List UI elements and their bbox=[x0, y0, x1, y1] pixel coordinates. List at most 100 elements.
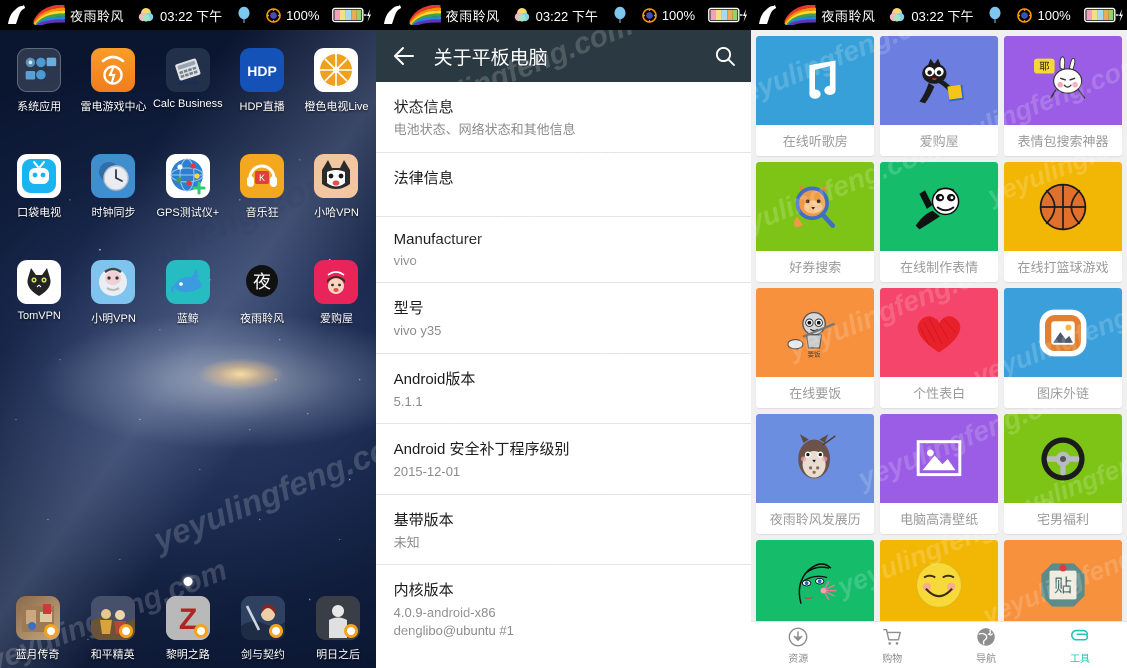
svg-text:贴: 贴 bbox=[1054, 576, 1072, 597]
settings-row-manufacturer[interactable]: Manufacturer vivo bbox=[375, 217, 752, 284]
card-zhainan-fuli[interactable]: 宅男福利 bbox=[1004, 414, 1122, 534]
app-grid: 系统应用 雷电游戏中心 Calc Business HDP HDP直播 橙色电视… bbox=[0, 30, 376, 608]
colorful-clock-icon bbox=[138, 8, 154, 22]
pegasus-logo-icon bbox=[8, 5, 25, 24]
card-sticker-search[interactable]: 耶 表情包搜索神器 bbox=[1004, 36, 1122, 156]
card-smiley[interactable] bbox=[880, 540, 999, 621]
app-label: 明日之后 bbox=[316, 649, 361, 661]
app-label: 夜雨聆风 bbox=[240, 313, 285, 325]
settings-row-android-version[interactable]: Android版本 5.1.1 bbox=[375, 354, 752, 425]
magnifier-cat-icon bbox=[756, 162, 875, 251]
black-cat-icon bbox=[880, 36, 999, 125]
svg-text:HDP: HDP bbox=[247, 63, 277, 79]
begging-meme-icon: 要饭 bbox=[756, 288, 875, 377]
card-tie-badge[interactable]: 贴 bbox=[1004, 540, 1122, 621]
blue-whale-icon bbox=[165, 260, 210, 304]
battery-charging-icon bbox=[1083, 7, 1123, 22]
card-personality-confession[interactable]: 个性表白 bbox=[880, 288, 999, 408]
settings-toolbar: 关于平板电脑 bbox=[375, 30, 752, 82]
settings-list: 状态信息 电池状态、网络状态和其他信息 法律信息 Manufacturer vi… bbox=[375, 82, 752, 668]
nav-tab-navigation[interactable]: 导航 bbox=[939, 622, 1033, 668]
app-music-crazy[interactable]: K 音乐狂 bbox=[225, 154, 299, 220]
rainbow-stripes-icon bbox=[33, 5, 65, 25]
card-face-drawing[interactable] bbox=[756, 540, 875, 621]
app-xiaoming-vpn[interactable]: 小明VPN bbox=[76, 260, 150, 326]
settings-row-kernel[interactable]: 内核版本 4.0.9-android-x86 denglibo@ubuntu #… bbox=[376, 565, 752, 652]
settings-row-legal[interactable]: 法律信息 bbox=[375, 153, 752, 217]
app-gps-tester[interactable]: GPS测试仪+ bbox=[151, 154, 225, 220]
card-label: 好券搜索 bbox=[789, 260, 842, 275]
app-label: TomVPN bbox=[17, 310, 61, 322]
card-online-begging[interactable]: 要饭 在线要饭 bbox=[756, 288, 875, 408]
music-note-icon bbox=[756, 36, 875, 125]
battery-charging-icon bbox=[708, 7, 748, 22]
app-label: Calc Business bbox=[152, 98, 223, 110]
card-basketball-game[interactable]: 在线打篮球游戏 bbox=[1004, 162, 1122, 282]
pocket-tv-icon bbox=[17, 154, 62, 198]
blue-moon-legend-icon bbox=[15, 596, 60, 640]
row-subtitle: vivo y35 bbox=[393, 323, 442, 339]
settings-row-status[interactable]: 状态信息 电池状态、网络状态和其他信息 bbox=[375, 82, 752, 153]
app-label: 和平精英 bbox=[90, 649, 135, 661]
settings-panel: 夜雨聆风 03:22 下午 100% 关于平板电脑 状态信息 电池状态、网络状态… bbox=[375, 0, 752, 668]
leidian-game-center-icon bbox=[91, 48, 136, 92]
status-bar-right: 夜雨聆风 03:22 下午 100% bbox=[751, 0, 1127, 30]
app-hdp-live[interactable]: HDP HDP直播 bbox=[225, 48, 299, 114]
dock-life-after[interactable]: 明日之后 bbox=[301, 596, 376, 662]
sword-and-contract-icon bbox=[240, 596, 285, 640]
system-apps-folder-icon bbox=[17, 48, 62, 92]
app-system-apps[interactable]: 系统应用 bbox=[2, 48, 76, 114]
aigouwu-icon bbox=[314, 260, 359, 304]
status-time: 03:22 下午 bbox=[160, 8, 223, 24]
app-aigouwu[interactable]: 爱购屋 bbox=[299, 260, 373, 326]
card-label: 图床外链 bbox=[1037, 386, 1090, 401]
card-row: 贴 bbox=[756, 540, 1122, 621]
app-clock-sync[interactable]: 时钟同步 bbox=[76, 154, 150, 220]
card-image-host[interactable]: 图床外链 bbox=[1004, 288, 1122, 408]
app-pocket-tv[interactable]: 口袋电视 bbox=[2, 154, 76, 220]
app-calc-business[interactable]: Calc Business bbox=[151, 48, 225, 114]
colorful-clock-icon bbox=[514, 8, 529, 22]
status-bar-middle: 夜雨聆风 03:22 下午 100% bbox=[375, 0, 752, 30]
dock-peacekeeper-elite[interactable]: 和平精英 bbox=[75, 596, 150, 662]
settings-row-security-patch[interactable]: Android 安全补丁程序级别 2015-12-01 bbox=[375, 424, 752, 495]
app-leidian-game-center[interactable]: 雷电游戏中心 bbox=[76, 48, 150, 114]
app-row: TomVPN 小明VPN 蓝鲸 夜 夜雨聆风 爱购屋 bbox=[2, 260, 374, 326]
card-online-music-room[interactable]: 在线听歌房 bbox=[756, 36, 875, 156]
rainbow-stripes-icon bbox=[784, 5, 817, 25]
nav-tab-resources[interactable]: 资源 bbox=[751, 622, 845, 668]
nav-label: 购物 bbox=[882, 653, 903, 665]
status-battery-pct: 100% bbox=[661, 7, 696, 23]
back-arrow-icon[interactable] bbox=[390, 42, 418, 70]
app-xiaoha-vpn[interactable]: 小哈VPN bbox=[299, 154, 373, 220]
settings-row-model[interactable]: 型号 vivo y35 bbox=[375, 283, 752, 354]
search-icon[interactable] bbox=[713, 44, 737, 68]
app-yeyulingfeng[interactable]: 夜 夜雨聆风 bbox=[225, 260, 299, 326]
card-make-sticker-online[interactable]: 在线制作表情 bbox=[880, 162, 999, 282]
row-subtitle: 4.0.9-android-x86 denglibo@ubuntu #1 bbox=[393, 605, 514, 638]
nav-label: 资源 bbox=[788, 653, 809, 665]
app-orange-tv-live[interactable]: 橙色电视Live bbox=[299, 48, 373, 114]
dock-sword-and-contract[interactable]: 剑与契约 bbox=[225, 596, 300, 662]
nav-tab-tools[interactable]: 工具 bbox=[1033, 622, 1127, 668]
app-label: 音乐狂 bbox=[245, 207, 279, 219]
app-tom-vpn[interactable]: TomVPN bbox=[2, 260, 76, 326]
card-pc-hd-wallpaper[interactable]: 电脑高清壁纸 bbox=[880, 414, 999, 534]
app-blue-whale[interactable]: 蓝鲸 bbox=[151, 260, 225, 326]
xiaoha-vpn-icon bbox=[314, 154, 359, 198]
settings-row-baseband[interactable]: 基带版本 未知 bbox=[375, 495, 752, 566]
dock-dawn-road[interactable]: Z 黎明之路 bbox=[150, 596, 225, 662]
gps-tester-icon bbox=[165, 154, 210, 198]
card-coupon-search[interactable]: 好券搜索 bbox=[756, 162, 875, 282]
nav-label: 导航 bbox=[976, 653, 997, 665]
card-yeyulingfeng-history[interactable]: 夜雨聆风发展历 bbox=[756, 414, 875, 534]
page-indicator-dot[interactable] bbox=[183, 577, 193, 586]
yeyulingfeng-icon: 夜 bbox=[240, 260, 284, 304]
dock-blue-moon-legend[interactable]: 蓝月传奇 bbox=[0, 596, 75, 662]
card-aigouwu[interactable]: 爱购屋 bbox=[880, 36, 999, 156]
rabbit-sticker-icon: 耶 bbox=[1004, 36, 1122, 125]
image-host-icon bbox=[1004, 288, 1122, 377]
app-card-grid: 在线听歌房 爱购屋 耶 表情包搜索神器 好券搜索 在线制作表情 在线打篮球游戏 … bbox=[751, 30, 1127, 621]
nav-tab-shopping[interactable]: 购物 bbox=[845, 622, 939, 668]
calc-business-icon bbox=[165, 48, 210, 92]
